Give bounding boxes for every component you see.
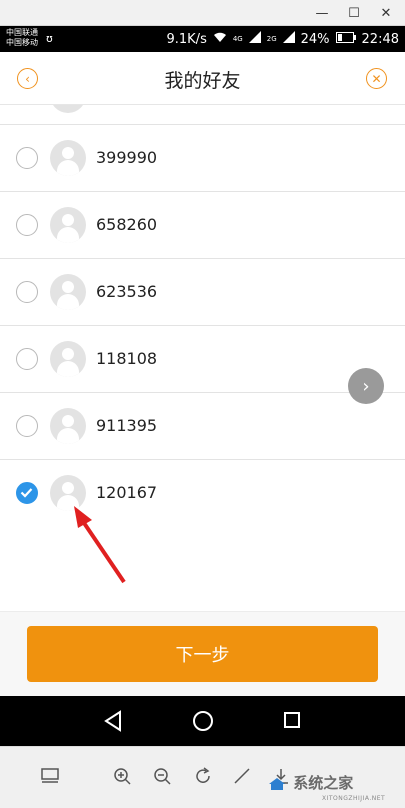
- radio-unchecked[interactable]: [16, 281, 38, 303]
- screen-icon[interactable]: [39, 765, 61, 787]
- wifi-icon: [213, 31, 227, 47]
- avatar-icon: [50, 207, 86, 243]
- friend-name: 623536: [96, 282, 158, 301]
- radio-unchecked[interactable]: [16, 415, 38, 437]
- bottom-action-area: 下一步: [0, 611, 405, 696]
- annotation-arrow-icon: [74, 506, 126, 584]
- friend-name: 658260: [96, 215, 158, 234]
- friend-row[interactable]: 658260: [0, 192, 405, 259]
- signal-icon-2: [282, 31, 295, 47]
- maximize-button[interactable]: ☐: [337, 0, 371, 26]
- close-button[interactable]: ✕: [366, 68, 387, 89]
- signal-icon-1: [248, 31, 261, 47]
- watermark-sub: XITONGZHIJIA.NET: [322, 795, 386, 802]
- notification-icon: ʊ: [46, 32, 53, 45]
- slide-next-button[interactable]: ›: [348, 368, 384, 404]
- radio-checked[interactable]: [16, 482, 38, 504]
- window-titlebar: — ☐ ✕: [0, 0, 405, 26]
- page-title: 我的好友: [164, 70, 241, 92]
- status-bar: 中国联通 中国移动 ʊ 9.1K/s 4G 2G 24% 22:48: [0, 26, 405, 52]
- watermark-logo: 系统之家: [268, 772, 353, 793]
- minimize-button[interactable]: —: [305, 0, 339, 26]
- avatar-icon: [50, 140, 86, 176]
- carrier-2: 中国移动: [6, 38, 38, 47]
- net-type-2: 2G: [266, 35, 277, 43]
- watermark-text: 系统之家: [293, 774, 354, 792]
- zoom-out-icon[interactable]: [151, 765, 173, 787]
- avatar-icon: [50, 408, 86, 444]
- radio-unchecked[interactable]: [16, 147, 38, 169]
- carrier-1: 中国联通: [6, 28, 38, 37]
- net-type-1: 4G: [232, 35, 243, 43]
- clock: 22:48: [361, 31, 399, 47]
- nav-recent-icon[interactable]: [284, 712, 300, 728]
- avatar-icon: [50, 274, 86, 310]
- android-nav-bar: [0, 696, 405, 746]
- net-speed: 9.1K/s: [166, 31, 207, 47]
- chevron-right-icon: ›: [362, 375, 370, 397]
- friend-row[interactable]: 399990: [0, 125, 405, 192]
- app-header: ‹ 我的好友 ✕: [0, 52, 405, 105]
- zoom-in-icon[interactable]: [111, 765, 133, 787]
- window-close-button[interactable]: ✕: [369, 0, 403, 26]
- friend-name: 399990: [96, 148, 158, 167]
- checkmark-icon: [20, 488, 33, 498]
- friend-row[interactable]: 623536: [0, 259, 405, 326]
- carrier-labels: 中国联通 中国移动: [6, 28, 38, 48]
- friend-name: 118108: [96, 349, 158, 368]
- friend-name: 911395: [96, 416, 158, 435]
- close-icon: ✕: [371, 71, 382, 86]
- edit-icon[interactable]: [231, 765, 253, 787]
- friend-row[interactable]: 118108: [0, 326, 405, 393]
- radio-unchecked[interactable]: [16, 214, 38, 236]
- nav-home-icon[interactable]: [193, 711, 213, 731]
- avatar-partial: [50, 105, 86, 113]
- rotate-icon[interactable]: [192, 765, 214, 787]
- watermark-house-icon: [268, 777, 286, 791]
- radio-unchecked[interactable]: [16, 348, 38, 370]
- avatar-icon: [50, 341, 86, 377]
- friend-row[interactable]: 911395: [0, 393, 405, 460]
- battery-percent: 24%: [300, 31, 330, 47]
- battery-icon: [335, 31, 356, 47]
- nav-back-icon[interactable]: [104, 710, 122, 732]
- next-step-button[interactable]: 下一步: [27, 626, 378, 682]
